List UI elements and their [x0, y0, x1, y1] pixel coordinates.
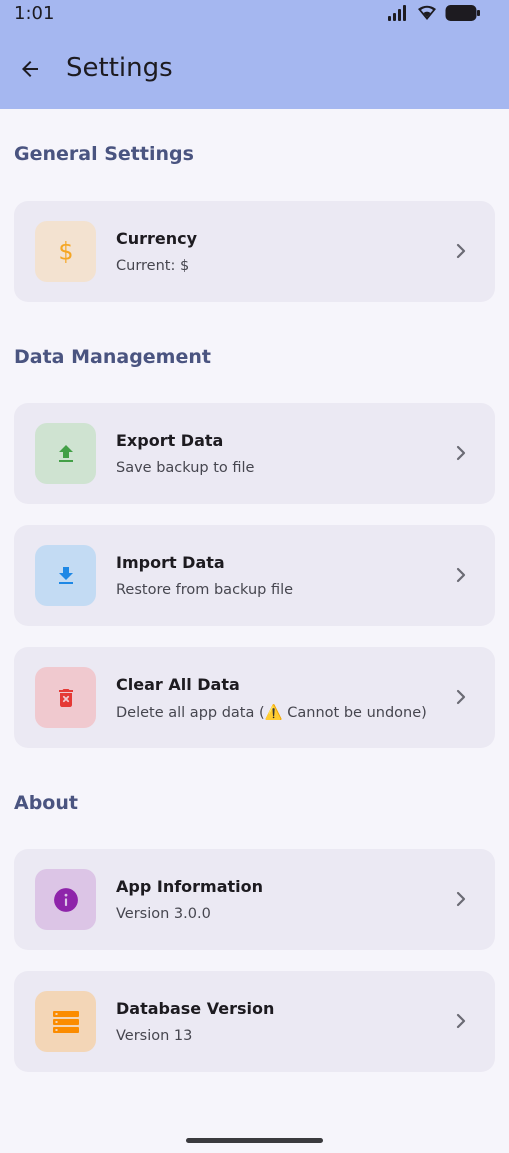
export-title: Export Data: [116, 431, 224, 450]
dollar-icon: $: [58, 239, 73, 265]
chevron-right-icon: [456, 567, 466, 583]
battery-icon: [445, 5, 480, 21]
import-data-setting[interactable]: Import Data Restore from backup file: [14, 525, 495, 626]
chevron-right-icon: [456, 891, 466, 907]
section-title-general: General Settings: [14, 143, 194, 165]
gesture-nav-handle[interactable]: [186, 1138, 323, 1143]
clear-icon-container: [35, 667, 96, 728]
trash-icon: [58, 688, 73, 707]
app-info-icon-container: [35, 869, 96, 930]
currency-setting[interactable]: $ Currency Current: $: [14, 201, 495, 302]
db-version-subtitle: Version 13: [116, 1028, 193, 1044]
chevron-right-icon: [456, 243, 466, 259]
signal-icon: [388, 5, 406, 21]
currency-title: Currency: [116, 229, 198, 248]
page-title: Settings: [66, 53, 173, 83]
back-button[interactable]: [14, 53, 46, 85]
info-icon: [53, 887, 78, 912]
chevron-right-icon: [456, 689, 466, 705]
import-subtitle: Restore from backup file: [116, 582, 294, 598]
currency-subtitle: Current: $: [116, 258, 190, 274]
clear-data-setting[interactable]: Clear All Data Delete all app data (⚠️ C…: [14, 647, 495, 748]
status-time: 1:01: [14, 3, 55, 24]
clear-title: Clear All Data: [116, 675, 240, 694]
app-info-subtitle: Version 3.0.0: [116, 906, 211, 922]
upload-icon: [58, 444, 73, 462]
storage-icon: [52, 1010, 79, 1033]
import-icon-container: [35, 545, 96, 606]
database-version-setting[interactable]: Database Version Version 13: [14, 971, 495, 1072]
download-icon: [58, 566, 73, 584]
chevron-right-icon: [456, 1013, 466, 1029]
section-title-data: Data Management: [14, 346, 211, 368]
export-data-setting[interactable]: Export Data Save backup to file: [14, 403, 495, 504]
export-icon-container: [35, 423, 96, 484]
db-icon-container: [35, 991, 96, 1052]
chevron-right-icon: [456, 445, 466, 461]
clear-subtitle: Delete all app data (⚠️ Cannot be undone…: [116, 705, 427, 721]
status-bar: 1:01: [0, 0, 509, 28]
import-title: Import Data: [116, 553, 225, 572]
svg-text:$: $: [58, 239, 73, 265]
app-information-setting[interactable]: App Information Version 3.0.0: [14, 849, 495, 950]
db-version-title: Database Version: [116, 999, 275, 1018]
section-title-about: About: [14, 792, 78, 814]
arrow-back-icon: [22, 61, 38, 77]
currency-icon-container: $: [35, 221, 96, 282]
wifi-icon: [418, 5, 436, 21]
app-info-title: App Information: [116, 877, 264, 896]
export-subtitle: Save backup to file: [116, 460, 255, 476]
app-bar: 1:01 Settings: [0, 0, 509, 109]
